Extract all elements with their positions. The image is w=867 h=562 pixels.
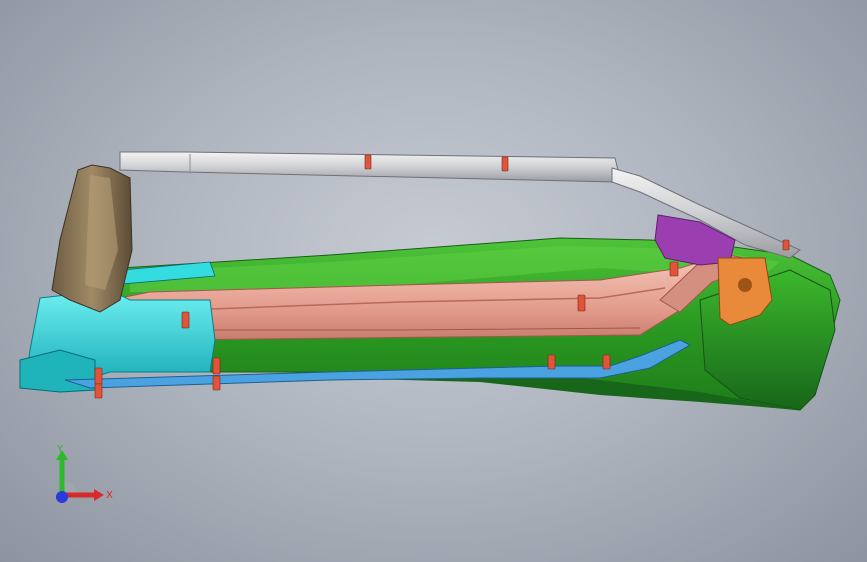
z-axis-dot	[56, 491, 68, 503]
axis-triad: Y X	[56, 444, 113, 503]
seat-frame-assembly[interactable]	[0, 0, 867, 562]
cad-viewport[interactable]: Y X	[0, 0, 867, 562]
y-axis-label: Y	[56, 444, 64, 455]
x-axis-label: X	[106, 490, 113, 501]
orange-plate-hole	[738, 278, 752, 292]
